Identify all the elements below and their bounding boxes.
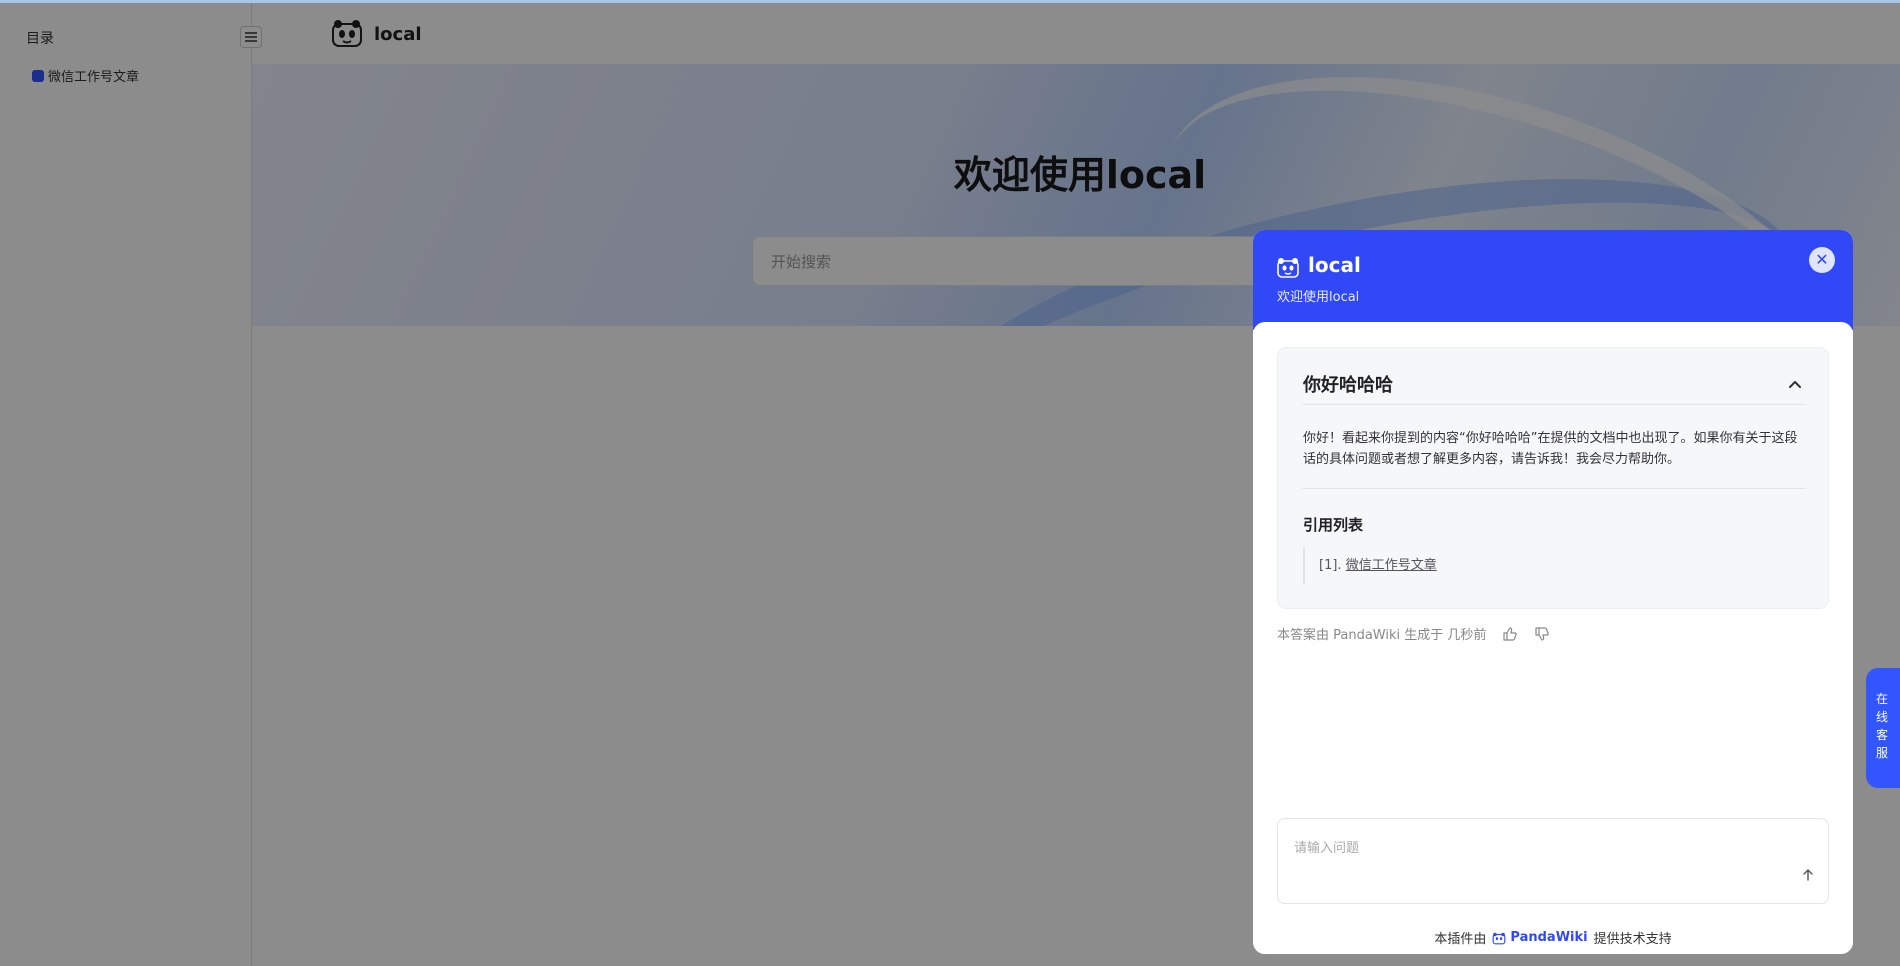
send-arrow-icon[interactable] bbox=[1798, 865, 1818, 885]
thumbs-up-icon[interactable] bbox=[1502, 626, 1518, 642]
widget-body: 你好哈哈哈 你好！看起来你提到的内容“你好哈哈哈”在提供的文档中也出现了。如果你… bbox=[1253, 322, 1853, 954]
chevron-up-icon[interactable] bbox=[1786, 376, 1804, 394]
answer-meta-text: 本答案由 PandaWiki 生成于 几秒前 bbox=[1277, 628, 1487, 643]
answer-meta: 本答案由 PandaWiki 生成于 几秒前 bbox=[1277, 624, 1550, 643]
reference-item: [1]. 微信工作号文章 bbox=[1303, 548, 1437, 584]
reference-index: [1]. bbox=[1319, 558, 1342, 573]
widget-welcome-text: 欢迎使用local bbox=[1277, 290, 1360, 305]
chat-widget: local 欢迎使用local ✕ 你好哈哈哈 你好！看起来你提到的内容“你好哈… bbox=[1253, 230, 1853, 954]
support-side-tab-label: 在线客服 bbox=[1876, 692, 1889, 760]
widget-header: local 欢迎使用local ✕ bbox=[1253, 230, 1853, 330]
footer-brand-label: PandaWiki bbox=[1510, 930, 1588, 945]
question-input-box bbox=[1277, 818, 1829, 904]
answer-card: 你好哈哈哈 你好！看起来你提到的内容“你好哈哈哈”在提供的文档中也出现了。如果你… bbox=[1277, 347, 1829, 609]
footer-brand-link[interactable]: PandaWiki bbox=[1492, 930, 1588, 945]
top-progress-line bbox=[0, 0, 1900, 3]
card-divider bbox=[1302, 404, 1806, 405]
widget-title: local bbox=[1308, 253, 1361, 277]
card-divider bbox=[1302, 488, 1806, 489]
panda-logo-icon bbox=[1492, 932, 1506, 944]
references-title: 引用列表 bbox=[1303, 516, 1364, 534]
thumbs-down-icon[interactable] bbox=[1534, 626, 1550, 642]
footer-prefix: 本插件由 bbox=[1434, 932, 1487, 947]
reference-link[interactable]: 微信工作号文章 bbox=[1346, 558, 1437, 573]
panda-logo-icon bbox=[1277, 258, 1299, 278]
close-icon[interactable]: ✕ bbox=[1809, 247, 1835, 273]
answer-text: 你好！看起来你提到的内容“你好哈哈哈”在提供的文档中也出现了。如果你有关于这段话… bbox=[1303, 431, 1798, 467]
widget-footer: 本插件由 PandaWiki 提供技术支持 bbox=[1253, 928, 1853, 947]
footer-suffix: 提供技术支持 bbox=[1593, 932, 1672, 947]
question-input[interactable] bbox=[1294, 837, 1774, 887]
question-title: 你好哈哈哈 bbox=[1303, 375, 1393, 396]
support-side-tab[interactable]: 在线客服 bbox=[1866, 668, 1900, 788]
